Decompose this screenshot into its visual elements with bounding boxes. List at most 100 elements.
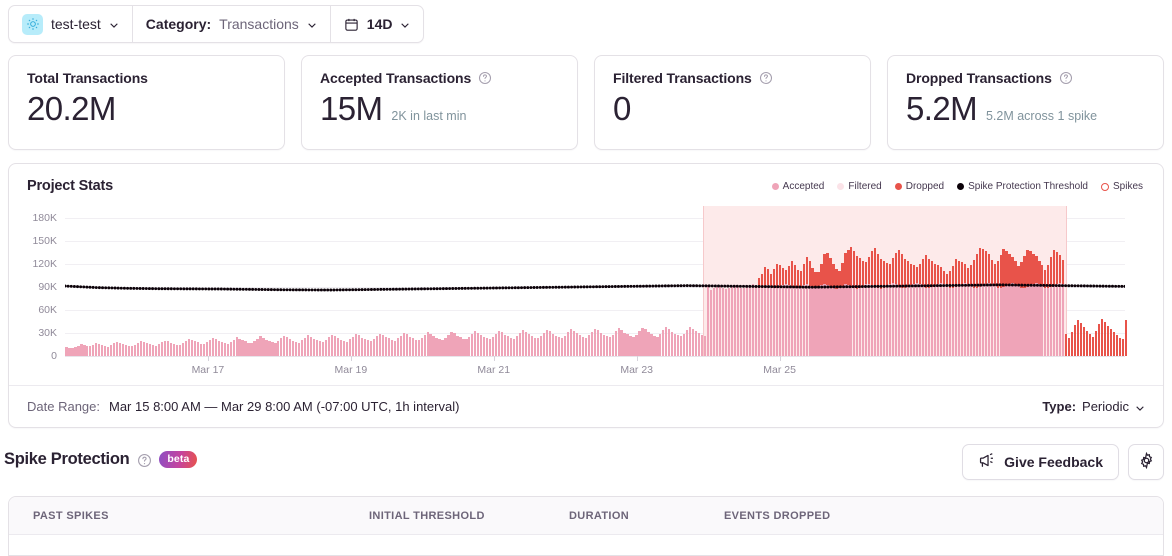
- category-selector[interactable]: Category: Transactions: [131, 6, 330, 42]
- x-axis-tick-label: Mar 25: [763, 364, 796, 376]
- column-header-duration: DURATION: [569, 509, 630, 522]
- legend-marker: [771, 183, 779, 190]
- panel-title: Project Stats: [27, 178, 114, 194]
- legend-label: Dropped: [905, 181, 945, 192]
- x-axis-tick-label: Mar 19: [334, 364, 368, 376]
- x-axis-tick-label: Mar 17: [191, 364, 225, 376]
- x-axis-ticks: [65, 356, 1125, 361]
- column-header-events-dropped: EVENTS DROPPED: [724, 509, 831, 522]
- column-header-past-spikes: PAST SPIKES: [33, 509, 109, 522]
- stat-card-title: Dropped Transactions: [906, 70, 1145, 86]
- x-axis-labels: Mar 17 Mar 19 Mar 21 Mar 23 Mar 25: [65, 364, 1125, 380]
- gear-icon: [1138, 451, 1155, 472]
- give-feedback-label: Give Feedback: [1004, 454, 1103, 470]
- legend-marker: [894, 183, 902, 190]
- stat-card-value: 0: [613, 90, 631, 127]
- stat-card-label: Filtered Transactions: [613, 70, 752, 86]
- stat-card-label: Total Transactions: [27, 70, 148, 86]
- category-label: Category:: [145, 16, 212, 32]
- date-range-label: Date Range:: [27, 399, 100, 414]
- category-value: Transactions: [219, 16, 299, 32]
- legend-marker: [1100, 182, 1109, 191]
- legend-marker: [837, 183, 845, 190]
- y-axis-tick-label: 90K: [38, 280, 57, 293]
- chevron-down-icon: [1135, 403, 1145, 413]
- y-axis-tick-label: 0: [51, 350, 57, 362]
- stat-card-title: Total Transactions: [27, 70, 266, 86]
- spike-protection-actions: Give Feedback: [962, 444, 1164, 480]
- settings-button[interactable]: [1128, 444, 1164, 480]
- past-spikes-table: PAST SPIKES INITIAL THRESHOLD DURATION E…: [8, 496, 1164, 556]
- legend-item[interactable]: Filtered: [837, 181, 882, 192]
- y-axis-tick-label: 30K: [38, 326, 57, 339]
- x-axis-tick-label: Mar 23: [620, 364, 654, 376]
- stat-card-body: 20.2M: [27, 88, 266, 129]
- help-icon[interactable]: [1059, 71, 1073, 85]
- stat-cards: Total Transactions 20.2M Accepted Transa…: [8, 55, 1164, 150]
- legend-label: Accepted: [782, 181, 825, 192]
- stat-card-filtered: Filtered Transactions 0: [594, 55, 871, 150]
- date-range-selector[interactable]: 14D: [329, 6, 424, 42]
- project-selector[interactable]: test-test: [9, 6, 132, 42]
- legend-item[interactable]: Spike Protection Threshold: [957, 181, 1088, 192]
- chart-type-label: Type:: [1042, 399, 1077, 414]
- help-icon[interactable]: [478, 71, 492, 85]
- chevron-down-icon: [307, 20, 317, 30]
- stat-card-value: 15M: [320, 90, 383, 127]
- y-axis-tick-label: 60K: [38, 303, 57, 316]
- beta-badge: beta: [159, 451, 198, 468]
- spike-protection-label: Spike Protection: [4, 450, 130, 468]
- stat-card-label: Dropped Transactions: [906, 70, 1052, 86]
- megaphone-icon: [978, 452, 995, 472]
- stat-card-value: 20.2M: [27, 90, 116, 127]
- legend-item[interactable]: Spikes: [1100, 181, 1143, 192]
- legend-label: Spikes: [1112, 181, 1143, 192]
- chart-plot-area: 180K 150K 120K 90K 60K 30K 0 Mar 17 Mar 19 Mar 2…: [9, 206, 1163, 386]
- y-axis-tick-label: 150K: [32, 234, 57, 247]
- legend-marker: [957, 183, 965, 190]
- stat-card-dropped: Dropped Transactions 5.2M 5.2M across 1 …: [887, 55, 1164, 150]
- help-icon[interactable]: [759, 71, 773, 85]
- stat-card-label: Accepted Transactions: [320, 70, 472, 86]
- project-name: test-test: [51, 16, 101, 32]
- calendar-icon: [344, 17, 359, 32]
- stat-card-body: 5.2M 5.2M across 1 spike: [906, 88, 1145, 129]
- stat-card-body: 0: [613, 88, 852, 129]
- stat-card-total: Total Transactions 20.2M: [8, 55, 285, 150]
- stat-card-title: Filtered Transactions: [613, 70, 852, 86]
- column-header-initial-threshold: INITIAL THRESHOLD: [369, 509, 485, 522]
- legend-label: Spike Protection Threshold: [968, 181, 1088, 192]
- table-header-row: PAST SPIKES INITIAL THRESHOLD DURATION E…: [9, 497, 1163, 535]
- y-axis-tick-label: 120K: [32, 257, 57, 270]
- date-range-value: Mar 15 8:00 AM — Mar 29 8:00 AM (-07:00 …: [109, 399, 460, 414]
- legend-item[interactable]: Dropped: [894, 181, 945, 192]
- panel-header: Project Stats Accepted Filtered Dropped Spi…: [9, 164, 1163, 206]
- spike-threshold-line: [63, 206, 1127, 356]
- help-icon[interactable]: [137, 453, 152, 467]
- y-axis-labels: 180K 150K 120K 90K 60K 30K 0: [9, 206, 57, 362]
- chart-legend: Accepted Filtered Dropped Spike Protection …: [771, 181, 1143, 192]
- spike-protection-header: Spike Protection beta Give Feedback: [0, 440, 1172, 484]
- chart-type-value: Periodic: [1082, 399, 1129, 414]
- stat-card-subtext: 5.2M across 1 spike: [985, 109, 1098, 123]
- stat-card-value: 5.2M: [906, 90, 978, 127]
- stat-card-body: 15M 2K in last min: [320, 88, 559, 129]
- legend-item[interactable]: Accepted: [771, 181, 825, 192]
- give-feedback-button[interactable]: Give Feedback: [962, 444, 1119, 480]
- filter-toolbar: test-test Category: Transactions 14D: [8, 5, 425, 43]
- panel-footer: Date Range: Mar 15 8:00 AM — Mar 29 8:00…: [9, 385, 1163, 427]
- date-range-value: 14D: [366, 16, 393, 32]
- date-range-info: Date Range: Mar 15 8:00 AM — Mar 29 8:00…: [27, 399, 459, 414]
- section-title: Spike Protection beta: [4, 450, 198, 469]
- stat-card-accepted: Accepted Transactions 15M 2K in last min: [301, 55, 578, 150]
- x-axis-tick-label: Mar 21: [477, 364, 511, 376]
- chevron-down-icon: [109, 20, 119, 30]
- stat-card-subtext: 2K in last min: [391, 109, 467, 123]
- project-icon: [22, 13, 43, 35]
- stat-card-title: Accepted Transactions: [320, 70, 559, 86]
- y-axis-tick-label: 180K: [32, 211, 57, 224]
- chevron-down-icon: [400, 20, 410, 30]
- chart-type-selector[interactable]: Type: Periodic: [1042, 399, 1145, 414]
- legend-label: Filtered: [848, 181, 882, 192]
- project-stats-panel: Project Stats Accepted Filtered Dropped Spi…: [8, 163, 1164, 428]
